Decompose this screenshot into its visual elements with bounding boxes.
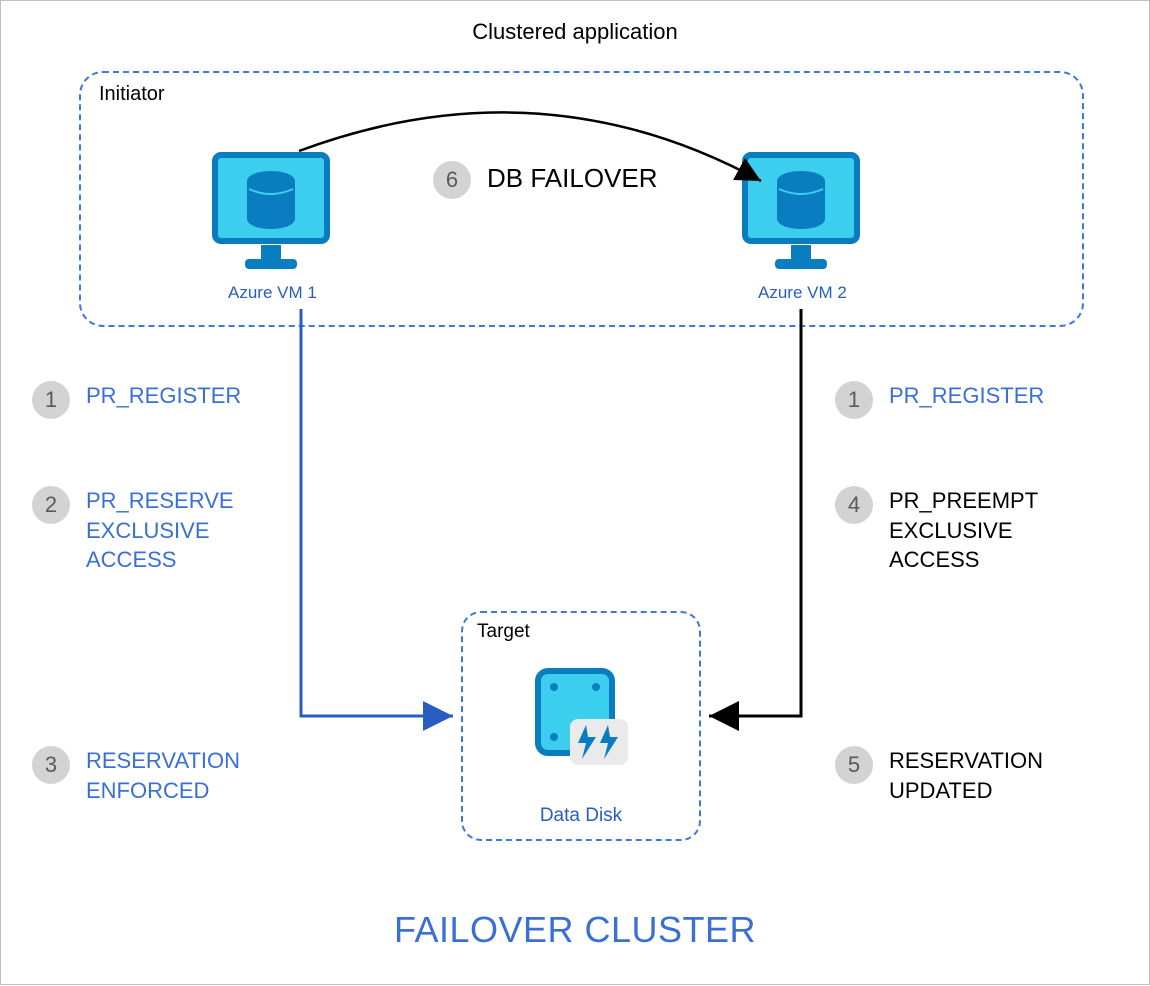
step-1-left: 1 PR_REGISTER bbox=[32, 381, 241, 419]
badge-1-left: 1 bbox=[32, 381, 70, 419]
step-3: 3 RESERVATION ENFORCED bbox=[32, 746, 240, 805]
footer-title: FAILOVER CLUSTER bbox=[1, 909, 1149, 951]
step-6: 6 DB FAILOVER bbox=[433, 161, 658, 199]
azure-vm-2-label: Azure VM 2 bbox=[758, 283, 847, 303]
badge-4: 4 bbox=[835, 486, 873, 524]
step-4: 4 PR_PREEMPT EXCLUSIVE ACCESS bbox=[835, 486, 1038, 575]
initiator-label: Initiator bbox=[99, 83, 165, 106]
data-disk-icon bbox=[528, 663, 638, 773]
step-5: 5 RESERVATION UPDATED bbox=[835, 746, 1043, 805]
badge-2: 2 bbox=[32, 486, 70, 524]
step-1-right: 1 PR_REGISTER bbox=[835, 381, 1044, 419]
data-disk-label: Data Disk bbox=[463, 805, 699, 827]
step-1-left-label: PR_REGISTER bbox=[86, 381, 241, 411]
badge-3: 3 bbox=[32, 746, 70, 784]
step-5-label: RESERVATION UPDATED bbox=[889, 746, 1043, 805]
target-box: Target Data Disk bbox=[461, 611, 701, 841]
badge-1-right: 1 bbox=[835, 381, 873, 419]
step-1-right-label: PR_REGISTER bbox=[889, 381, 1044, 411]
azure-vm-2-icon bbox=[741, 151, 861, 281]
azure-vm-1-label: Azure VM 1 bbox=[228, 283, 317, 303]
target-label: Target bbox=[477, 621, 530, 643]
step-4-label: PR_PREEMPT EXCLUSIVE ACCESS bbox=[889, 486, 1038, 575]
step-2: 2 PR_RESERVE EXCLUSIVE ACCESS bbox=[32, 486, 234, 575]
badge-6: 6 bbox=[433, 161, 471, 199]
step-6-label: DB FAILOVER bbox=[487, 161, 658, 196]
title-clustered-application: Clustered application bbox=[1, 19, 1149, 45]
step-3-label: RESERVATION ENFORCED bbox=[86, 746, 240, 805]
azure-vm-1-icon bbox=[211, 151, 331, 281]
diagram-canvas: Clustered application Initiator Azure VM… bbox=[0, 0, 1150, 985]
badge-5: 5 bbox=[835, 746, 873, 784]
step-2-label: PR_RESERVE EXCLUSIVE ACCESS bbox=[86, 486, 234, 575]
